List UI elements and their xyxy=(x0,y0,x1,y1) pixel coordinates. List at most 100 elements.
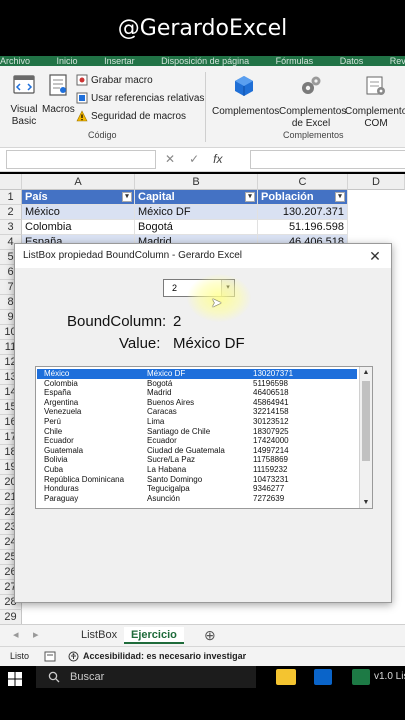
table-cell[interactable]: México xyxy=(22,205,135,220)
row-header[interactable]: 2 xyxy=(0,205,22,220)
list-item[interactable]: República Dominicana Santo Domingo 1047323… xyxy=(37,475,357,485)
table-cell[interactable]: México DF xyxy=(135,205,258,220)
relative-references-button[interactable]: Usar referencias relativas xyxy=(76,92,204,104)
list-item-country: Venezuela xyxy=(44,407,82,417)
list-item[interactable]: Guatemala Ciudad de Guatemala 14997214 xyxy=(37,446,357,456)
filter-dropdown-icon[interactable]: ▾ xyxy=(122,192,132,202)
dialog-title: ListBox propiedad BoundColumn - Gerardo … xyxy=(15,244,391,268)
list-item-capital: Santo Domingo xyxy=(147,474,203,484)
table-header-cell[interactable]: País ▾ xyxy=(22,190,135,205)
close-icon[interactable]: ✕ xyxy=(365,246,385,266)
list-item[interactable]: Perú Lima 30123512 xyxy=(37,417,357,427)
list-item-country: Cuba xyxy=(44,465,64,474)
outlook-icon[interactable] xyxy=(314,669,332,685)
list-item-country: Honduras xyxy=(44,484,79,494)
list-item-country: México xyxy=(44,369,70,378)
filter-dropdown-icon[interactable]: ▾ xyxy=(335,192,345,202)
column-header[interactable]: C xyxy=(258,174,348,190)
list-item[interactable]: México México DF 130207371 xyxy=(37,369,357,379)
scrollbar-thumb[interactable] xyxy=(362,381,370,461)
accessibility-icon[interactable] xyxy=(68,651,79,662)
macro-security-button[interactable]: Seguridad de macros xyxy=(76,110,186,122)
list-item[interactable]: Paraguay Asunción 7272639 xyxy=(37,494,357,504)
visual-basic-button[interactable]: Visual Basic xyxy=(6,72,42,128)
addins-button[interactable]: Complementos xyxy=(212,74,279,118)
formula-input[interactable] xyxy=(250,150,405,169)
tab-datos[interactable]: Datos xyxy=(340,56,364,66)
table-cell[interactable]: 130.207.371 xyxy=(258,205,348,220)
status-ready: Listo xyxy=(10,651,30,661)
table-header-cell[interactable]: Población ▾ xyxy=(258,190,348,205)
name-box[interactable] xyxy=(6,150,156,169)
tab-inicio[interactable]: Inicio xyxy=(57,56,78,66)
value-label: Value: xyxy=(119,335,161,352)
list-item[interactable]: Argentina Buenos Aires 45864941 xyxy=(37,398,357,408)
relative-references-label: Usar referencias relativas xyxy=(91,92,205,104)
excel-addins-button[interactable]: Complementos de Excel xyxy=(279,74,347,130)
column-header[interactable]: B xyxy=(135,174,258,190)
list-item-capital: Madrid xyxy=(147,388,172,398)
macro-record-status-icon[interactable] xyxy=(44,651,56,662)
table-cell[interactable]: Bogotá xyxy=(135,220,258,235)
list-item[interactable]: Chile Santiago de Chile 18307925 xyxy=(37,427,357,437)
table-cell[interactable]: Colombia xyxy=(22,220,135,235)
com-addins-label: Complementos COM xyxy=(345,106,405,129)
record-macro-button[interactable]: Grabar macro xyxy=(76,74,153,86)
tab-prev-icon[interactable]: ◂ xyxy=(6,627,26,644)
list-item[interactable]: Honduras Tegucigalpa 9346277 xyxy=(37,484,357,494)
file-explorer-icon[interactable] xyxy=(276,669,296,685)
table-header-cell[interactable]: Capital ▾ xyxy=(135,190,258,205)
list-item[interactable]: Venezuela Caracas 32214158 xyxy=(37,407,357,417)
countries-listbox[interactable]: México México DF 130207371 Colombia Bogotá 51… xyxy=(35,366,373,509)
insert-function-icon[interactable]: fx xyxy=(213,152,222,166)
excel-taskbar-icon[interactable] xyxy=(352,669,370,685)
list-item[interactable]: Cuba La Habana 11159232 xyxy=(37,465,357,475)
tab-next-icon[interactable]: ▸ xyxy=(26,627,46,644)
filter-dropdown-icon[interactable]: ▾ xyxy=(245,192,255,202)
list-item[interactable]: Bolivia Sucre/La Paz 11758869 xyxy=(37,455,357,465)
sheet-tab-ejercicio[interactable]: Ejercicio xyxy=(124,627,184,644)
list-item[interactable]: España Madrid 46406518 xyxy=(37,388,357,398)
com-addins-icon xyxy=(366,76,385,95)
brand-watermark: @GerardoExcel xyxy=(0,0,405,56)
formula-cancel-icon[interactable]: ✕ xyxy=(165,152,175,166)
tab-insertar[interactable]: Insertar xyxy=(104,56,135,66)
add-sheet-icon[interactable]: ⊕ xyxy=(197,627,223,644)
table-cell[interactable]: 51.196.598 xyxy=(258,220,348,235)
taskbar-window-label[interactable]: v1.0 Lis xyxy=(374,671,405,682)
list-item[interactable]: Colombia Bogotá 51196598 xyxy=(37,379,357,389)
sheet-tabs: ◂ ▸ ListBox Ejercicio ⊕ xyxy=(0,624,405,646)
accessibility-status[interactable]: Accesibilidad: es necesario investigar xyxy=(83,651,246,661)
listbox-scrollbar[interactable]: ▲ ▼ xyxy=(359,367,372,508)
scroll-up-icon[interactable]: ▲ xyxy=(360,367,372,378)
ribbon: Visual Basic Macros Grabar macro Usar re… xyxy=(0,66,405,148)
select-all-corner[interactable] xyxy=(0,174,22,190)
row-header[interactable]: 29 xyxy=(0,610,22,625)
list-item[interactable]: Ecuador Ecuador 17424000 xyxy=(37,436,357,446)
windows-start-icon[interactable] xyxy=(8,672,22,686)
record-macro-icon xyxy=(76,74,88,86)
row-header[interactable]: 1 xyxy=(0,190,22,205)
tab-disposicion[interactable]: Disposición de página xyxy=(161,56,249,66)
sheet-tab-listbox[interactable]: ListBox xyxy=(74,627,124,644)
column-header[interactable]: A xyxy=(22,174,135,190)
excel-addins-label: Complementos de Excel xyxy=(279,106,347,129)
com-addins-button[interactable]: Complementos COM xyxy=(345,74,405,130)
taskbar-search[interactable]: Buscar xyxy=(36,666,256,688)
addins-cube-icon xyxy=(235,76,253,96)
list-item-population: 45864941 xyxy=(253,397,289,407)
scroll-down-icon[interactable]: ▼ xyxy=(360,497,372,508)
tab-revisar[interactable]: Revisar xyxy=(390,56,405,66)
tab-formulas[interactable]: Fórmulas xyxy=(276,56,314,66)
userform-dialog: ListBox propiedad BoundColumn - Gerardo … xyxy=(14,243,392,603)
column-header[interactable]: D xyxy=(348,174,405,190)
macro-security-label: Seguridad de macros xyxy=(91,110,187,122)
formula-enter-icon[interactable]: ✓ xyxy=(189,152,199,166)
macros-button[interactable]: Macros xyxy=(42,72,75,116)
tab-archivo[interactable]: Archivo xyxy=(0,56,30,66)
row-header[interactable]: 3 xyxy=(0,220,22,235)
list-item-capital: Caracas xyxy=(147,407,177,417)
list-item-country: Argentina xyxy=(44,397,79,407)
list-item-population: 130207371 xyxy=(253,369,294,378)
list-item-capital: La Habana xyxy=(147,465,187,474)
